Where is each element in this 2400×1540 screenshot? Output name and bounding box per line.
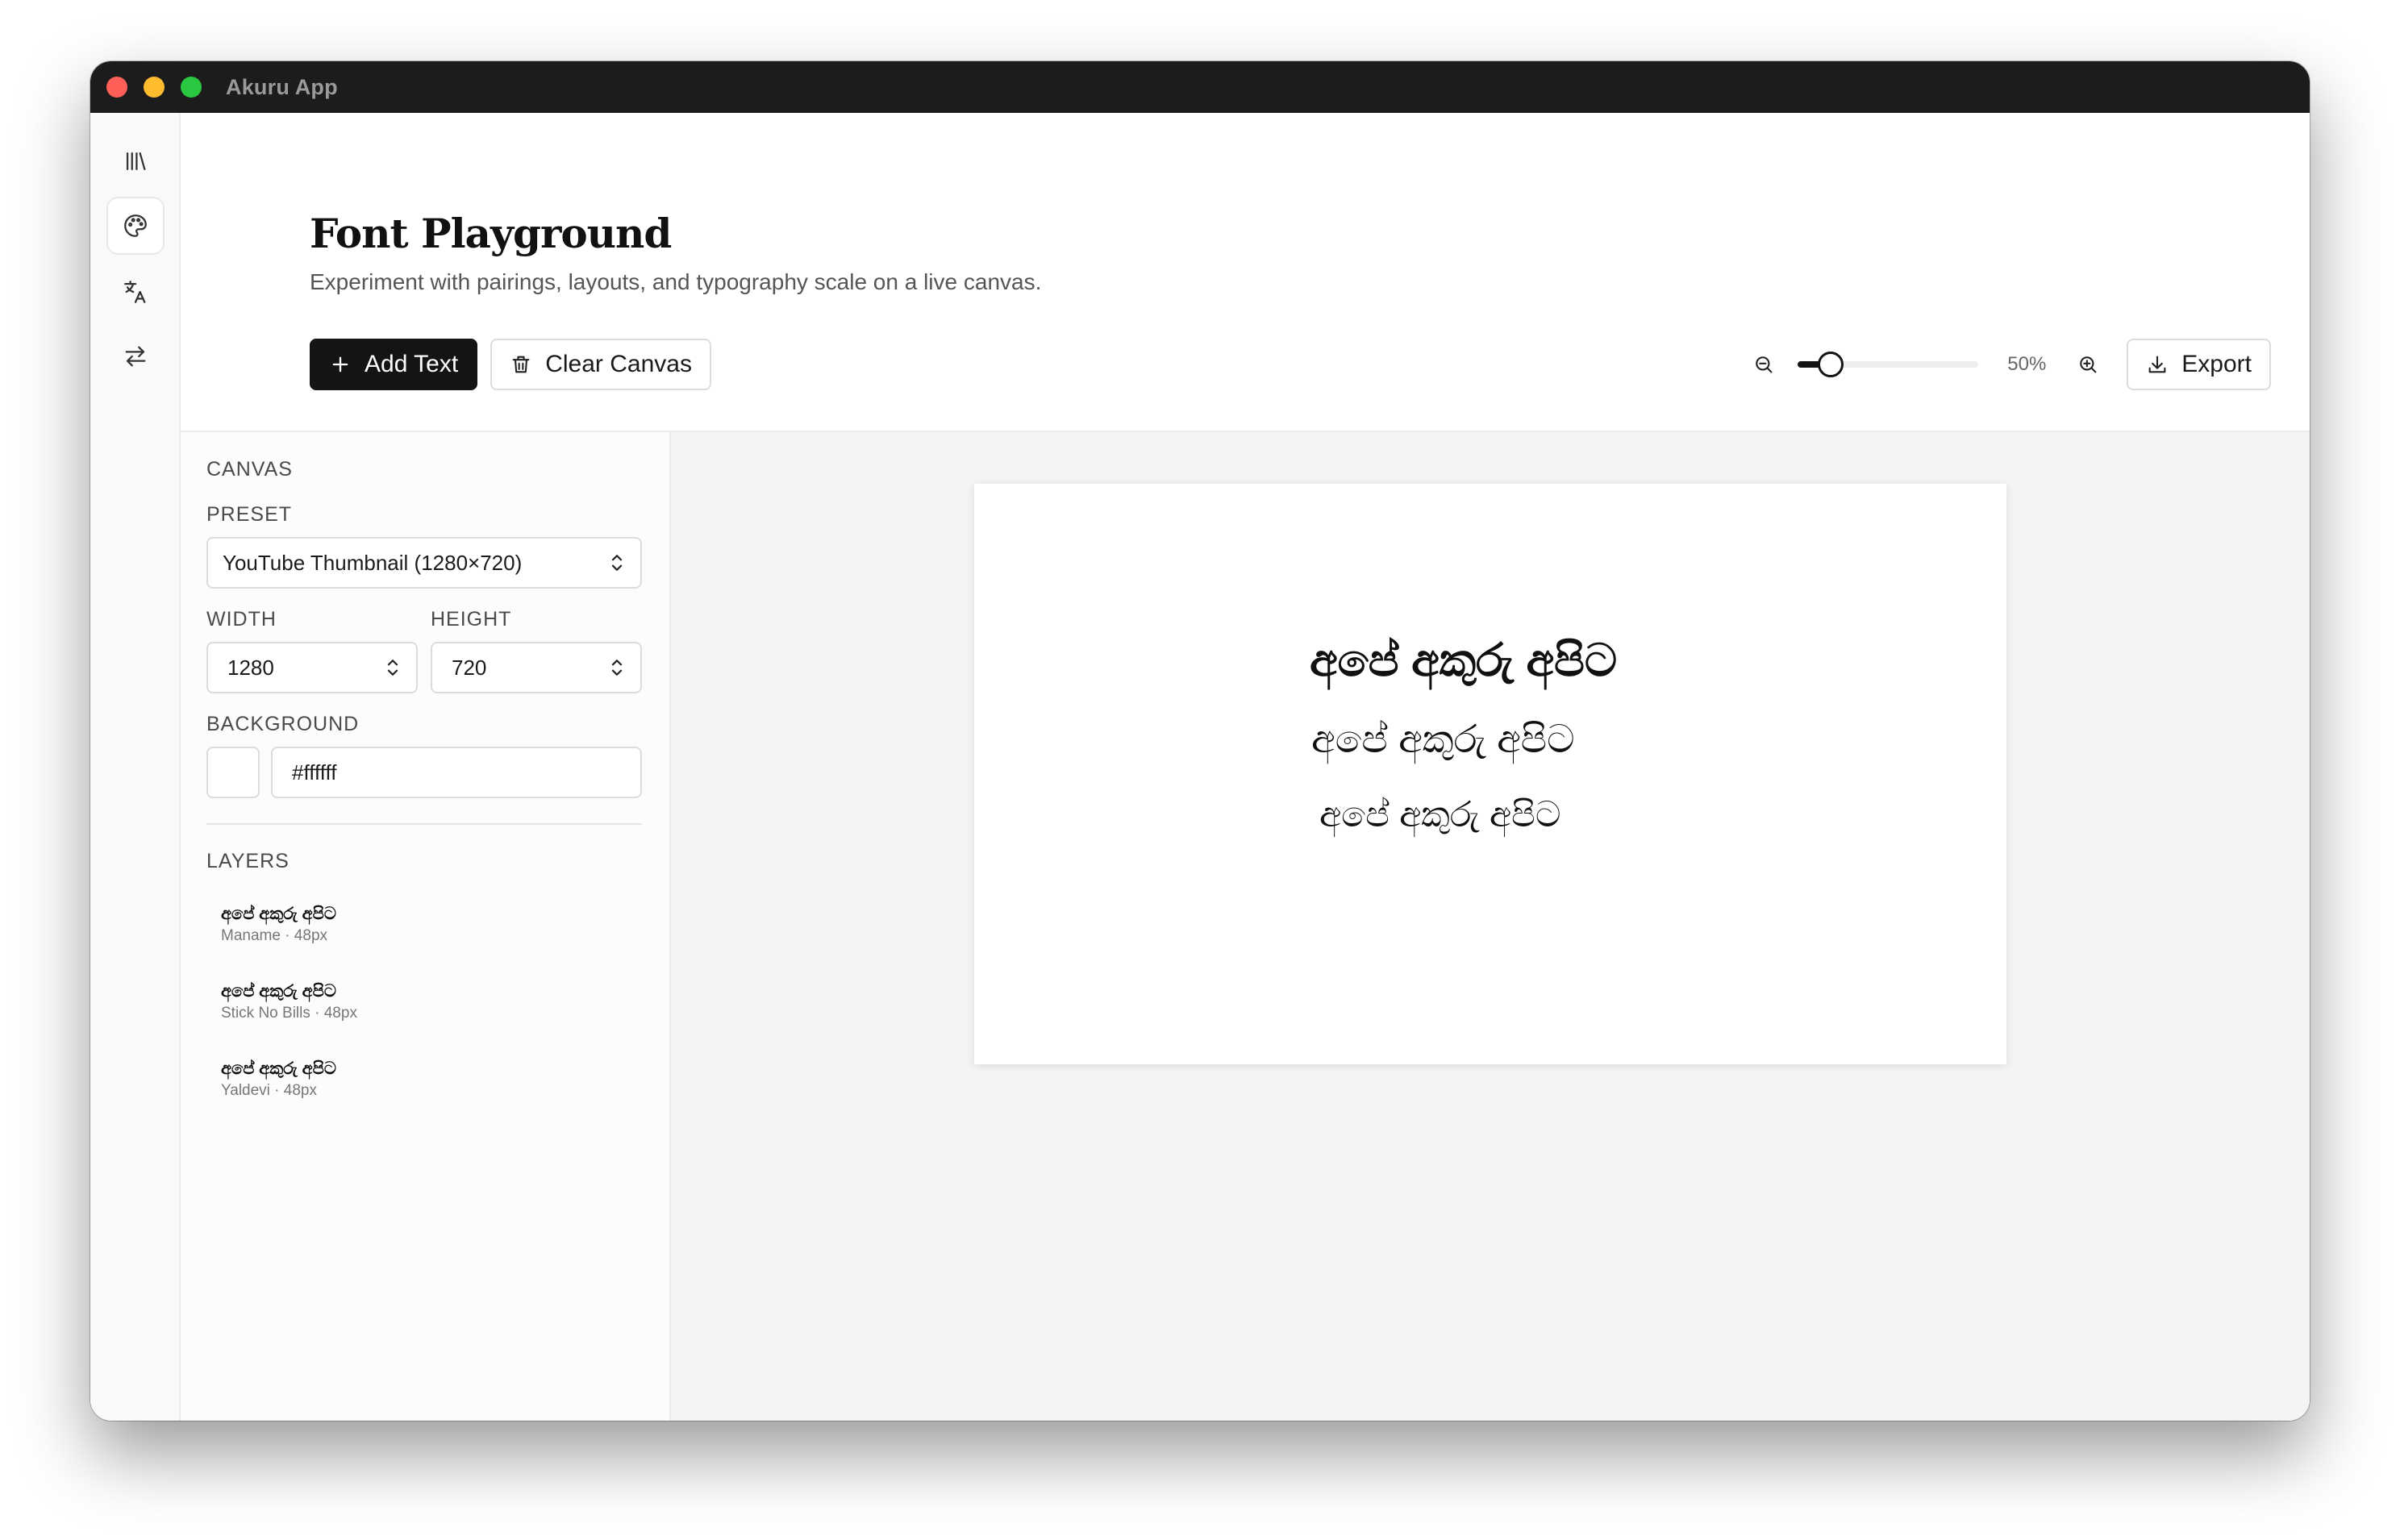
background-label: BACKGROUND bbox=[206, 713, 360, 735]
width-label: WIDTH bbox=[206, 608, 277, 631]
window-title: Akuru App bbox=[226, 74, 338, 99]
window-controls bbox=[106, 77, 202, 98]
canvas-section-heading: CANVAS bbox=[206, 458, 293, 481]
title-bar: Akuru App bbox=[90, 61, 2310, 113]
height-input[interactable]: 720 bbox=[431, 642, 642, 693]
close-window-button[interactable] bbox=[106, 77, 127, 98]
toolbar-left: Add Text Clear Canvas bbox=[310, 339, 711, 390]
canvas-text-layer[interactable]: අපේ අකුරු අපිට bbox=[1311, 718, 1575, 763]
layer-text: අපේ අකුරු අපිට bbox=[221, 982, 336, 1001]
sidebar-rail bbox=[90, 113, 181, 1421]
preset-value: YouTube Thumbnail (1280×720) bbox=[223, 550, 523, 575]
page-title: Font Playground bbox=[310, 210, 672, 257]
preset-select[interactable]: YouTube Thumbnail (1280×720) bbox=[206, 537, 642, 589]
layer-text: අපේ අකුරු අපිට bbox=[221, 905, 336, 923]
page-header: Font Playground Experiment with pairings… bbox=[181, 113, 2310, 432]
page-subtitle: Experiment with pairings, layouts, and t… bbox=[310, 269, 1042, 294]
height-label: HEIGHT bbox=[431, 608, 512, 631]
export-label: Export bbox=[2181, 351, 2252, 377]
sidebar-item-translate[interactable] bbox=[106, 263, 165, 321]
download-icon bbox=[2148, 356, 2166, 373]
sidebar-item-convert[interactable] bbox=[106, 327, 165, 385]
stepper-icon[interactable] bbox=[608, 656, 626, 680]
add-text-button[interactable]: Add Text bbox=[310, 339, 478, 390]
maximize-window-button[interactable] bbox=[181, 77, 202, 98]
background-hex-input[interactable]: #ffffff bbox=[271, 747, 642, 798]
clear-canvas-label: Clear Canvas bbox=[545, 351, 692, 377]
zoom-slider-thumb[interactable] bbox=[1817, 352, 1844, 377]
library-icon bbox=[126, 152, 146, 171]
panel-divider bbox=[206, 823, 642, 825]
background-color-swatch[interactable] bbox=[206, 747, 260, 798]
layer-item[interactable]: අපේ අකුරු අපිට Stick No Bills · 48px bbox=[221, 982, 624, 1022]
sidebar-item-library[interactable] bbox=[106, 132, 165, 190]
layer-meta: Stick No Bills · 48px bbox=[221, 1005, 357, 1022]
app-window: Akuru App Font Playground Experiment wit… bbox=[90, 61, 2310, 1421]
zoom-in-button[interactable] bbox=[2072, 348, 2104, 381]
design-canvas[interactable]: අපේ අකුරු අපිට අපේ අකුරු අපිට අපේ අකුරු … bbox=[974, 484, 2006, 1064]
height-value: 720 bbox=[452, 655, 487, 680]
width-input[interactable]: 1280 bbox=[206, 642, 418, 693]
palette-icon bbox=[124, 214, 147, 237]
layer-item[interactable]: අපේ අකුරු අපිට Maname · 48px bbox=[221, 905, 624, 945]
add-text-label: Add Text bbox=[365, 351, 459, 377]
zoom-in-icon bbox=[2080, 356, 2097, 373]
plus-icon bbox=[332, 356, 348, 373]
properties-panel: CANVAS PRESET YouTube Thumbnail (1280×72… bbox=[181, 432, 671, 1421]
preset-label: PRESET bbox=[206, 503, 293, 526]
background-hex-value: #ffffff bbox=[292, 760, 337, 785]
layer-meta: Maname · 48px bbox=[221, 927, 328, 944]
chevron-up-down-icon bbox=[611, 555, 623, 571]
canvas-text-layer[interactable]: අපේ අකුරු අපිට bbox=[1310, 634, 1617, 688]
clear-canvas-button[interactable]: Clear Canvas bbox=[490, 339, 711, 390]
zoom-out-icon bbox=[1756, 356, 1773, 373]
layer-text: අපේ අකුරු අපිට bbox=[221, 1059, 336, 1078]
minimize-window-button[interactable] bbox=[144, 77, 165, 98]
width-value: 1280 bbox=[227, 655, 274, 680]
stepper-icon[interactable] bbox=[384, 656, 402, 680]
canvas-text-layer[interactable]: අපේ අකුරු අපිට bbox=[1319, 795, 1560, 835]
layer-item[interactable]: අපේ අකුරු අපිට Yaldevi · 48px bbox=[221, 1059, 624, 1100]
zoom-level: 50% bbox=[2007, 353, 2047, 375]
canvas-stage: අපේ අකුරු අපිට අපේ අකුරු අපිට අපේ අකුරු … bbox=[671, 432, 2310, 1421]
trash-icon bbox=[512, 356, 530, 373]
translate-icon bbox=[124, 281, 146, 303]
export-button[interactable]: Export bbox=[2127, 339, 2271, 390]
layers-section-heading: LAYERS bbox=[206, 850, 290, 872]
zoom-slider[interactable] bbox=[1798, 348, 1979, 381]
zoom-out-button[interactable] bbox=[1748, 348, 1780, 381]
convert-icon bbox=[125, 346, 146, 367]
toolbar-right: 50% Export bbox=[1748, 339, 2271, 390]
sidebar-item-font-playground[interactable] bbox=[106, 197, 165, 255]
layer-meta: Yaldevi · 48px bbox=[221, 1082, 317, 1099]
